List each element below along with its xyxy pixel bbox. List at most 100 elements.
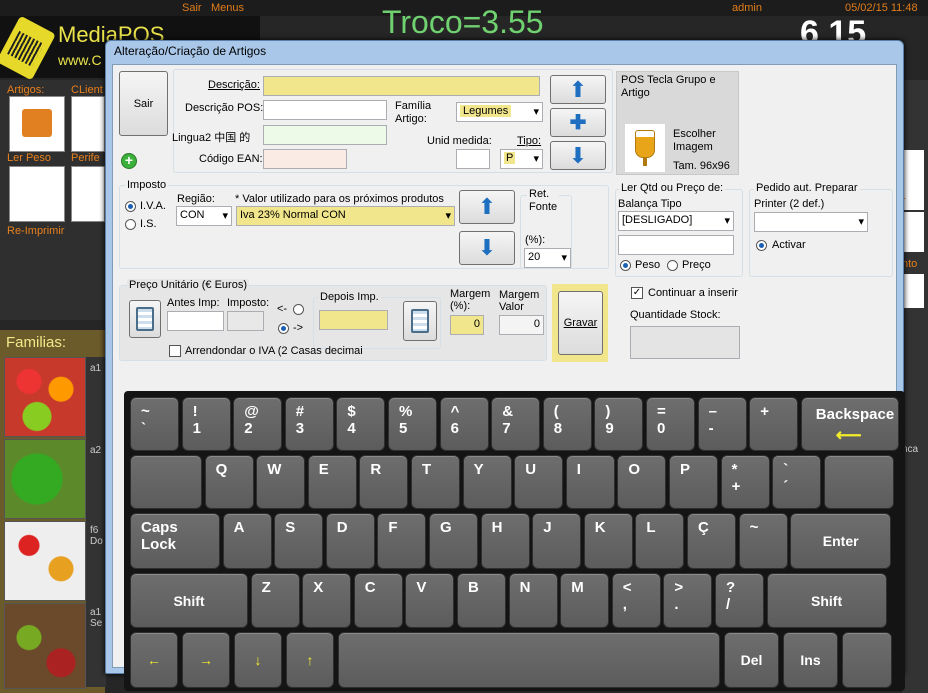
key-x[interactable]: + bbox=[749, 397, 799, 451]
key-ç[interactable]: Ç bbox=[687, 513, 736, 569]
key-s[interactable]: S bbox=[274, 513, 324, 569]
key-b[interactable]: B bbox=[457, 573, 506, 628]
ret-fonte-select[interactable]: 20 bbox=[524, 248, 571, 268]
shift-key[interactable]: Shift bbox=[130, 573, 248, 628]
margem-pct-input[interactable]: 0 bbox=[450, 315, 484, 335]
gravar-button[interactable]: Gravar bbox=[558, 291, 603, 355]
arrow-right-key[interactable]: → bbox=[182, 632, 230, 688]
key-xx[interactable]: – - bbox=[697, 397, 747, 451]
descricao-input[interactable] bbox=[263, 76, 540, 96]
key-x7[interactable]: & 7 bbox=[491, 397, 541, 451]
blank-key[interactable] bbox=[130, 455, 202, 509]
new-button[interactable]: ✚ bbox=[550, 108, 606, 137]
iva-rate-select[interactable]: Iva 23% Normal CON bbox=[236, 206, 455, 226]
family-tile-vegetables[interactable] bbox=[4, 439, 86, 519]
key-xx[interactable]: ` ´ bbox=[772, 455, 822, 509]
continuar-checkbox[interactable]: ✓ bbox=[631, 287, 643, 299]
key-l[interactable]: L bbox=[635, 513, 685, 569]
space-key[interactable] bbox=[338, 632, 720, 688]
artigos-button[interactable] bbox=[9, 96, 65, 152]
next-button[interactable]: ⬇ bbox=[550, 141, 606, 170]
key-xx[interactable]: > . bbox=[663, 573, 713, 628]
calculator-button[interactable] bbox=[129, 300, 161, 338]
list-item[interactable]: a2 bbox=[90, 445, 101, 456]
key-e[interactable]: E bbox=[307, 455, 357, 509]
arrow-down-key[interactable]: ↓ bbox=[234, 632, 282, 688]
arrow-left-key[interactable]: ← bbox=[130, 632, 178, 688]
family-tile-spices[interactable] bbox=[4, 521, 86, 601]
depois-imp-input[interactable] bbox=[319, 310, 388, 330]
key-w[interactable]: W bbox=[256, 455, 306, 509]
list-item[interactable]: a1 Se bbox=[90, 607, 102, 629]
key-p[interactable]: P bbox=[669, 455, 718, 509]
balanca-select[interactable]: [DESLIGADO] bbox=[618, 211, 734, 231]
imposto-down-button[interactable]: ⬇ bbox=[459, 231, 515, 265]
right-tile[interactable] bbox=[904, 212, 924, 252]
key-xx[interactable]: < , bbox=[611, 573, 661, 628]
caps-lock-key[interactable]: Caps Lock bbox=[130, 513, 220, 569]
peso-radio[interactable] bbox=[620, 260, 631, 271]
key-x[interactable]: X bbox=[302, 573, 352, 628]
antes-imp-input[interactable] bbox=[167, 311, 224, 331]
direction-right-radio[interactable] bbox=[278, 323, 289, 334]
familia-select[interactable]: Legumes bbox=[456, 102, 543, 122]
right-tile[interactable] bbox=[904, 274, 924, 308]
activar-radio[interactable] bbox=[756, 240, 767, 251]
key-g[interactable]: G bbox=[429, 513, 478, 569]
arrow-up-key[interactable]: ↑ bbox=[286, 632, 334, 688]
key-q[interactable]: Q bbox=[204, 455, 254, 509]
key-u[interactable]: U bbox=[514, 455, 564, 509]
key-xx[interactable]: * + bbox=[720, 455, 770, 509]
iva-radio[interactable] bbox=[125, 201, 136, 212]
key-j[interactable]: J bbox=[532, 513, 582, 569]
right-tile[interactable] bbox=[904, 150, 924, 210]
family-tile-grains[interactable] bbox=[4, 603, 86, 689]
family-tile-fruit[interactable] bbox=[4, 357, 86, 437]
backspace-key[interactable]: ⟵ Backspace bbox=[800, 397, 899, 451]
arredondar-checkbox[interactable] bbox=[169, 345, 181, 357]
sair-button[interactable]: Sair bbox=[119, 71, 168, 136]
is-radio[interactable] bbox=[125, 219, 136, 230]
insert-key[interactable]: Ins bbox=[783, 632, 838, 688]
key-x4[interactable]: $ 4 bbox=[336, 397, 386, 451]
balanca-input[interactable] bbox=[618, 235, 734, 255]
key-x2[interactable]: @ 2 bbox=[233, 397, 283, 451]
key-x9[interactable]: ) 9 bbox=[594, 397, 644, 451]
key-x6[interactable]: ^ 6 bbox=[439, 397, 489, 451]
key-a[interactable]: A bbox=[222, 513, 272, 569]
key-k[interactable]: K bbox=[583, 513, 633, 569]
key-n[interactable]: N bbox=[508, 573, 558, 628]
key-x1[interactable]: ! 1 bbox=[181, 397, 231, 451]
clientes-button[interactable] bbox=[71, 96, 105, 152]
list-item[interactable]: f6 Do bbox=[90, 525, 103, 547]
key-xx[interactable]: ? / bbox=[715, 573, 764, 628]
blank-key[interactable] bbox=[842, 632, 892, 688]
key-i[interactable]: I bbox=[565, 455, 615, 509]
key-x8[interactable]: ( 8 bbox=[542, 397, 592, 451]
add-icon[interactable]: + bbox=[121, 153, 137, 169]
perifericos-button[interactable] bbox=[71, 166, 105, 222]
key-d[interactable]: D bbox=[325, 513, 375, 569]
shift-key[interactable]: Shift bbox=[766, 573, 887, 628]
menus-menu[interactable]: Menus bbox=[211, 2, 244, 14]
key-x0[interactable]: = 0 bbox=[646, 397, 695, 451]
regiao-select[interactable]: CON bbox=[176, 206, 232, 226]
key-y[interactable]: Y bbox=[462, 455, 512, 509]
tipo-select[interactable]: P bbox=[500, 149, 543, 169]
key-o[interactable]: O bbox=[617, 455, 667, 509]
calculator-button[interactable] bbox=[403, 301, 437, 341]
ler-peso-button[interactable] bbox=[9, 166, 65, 222]
direction-left-radio[interactable] bbox=[293, 304, 304, 315]
preco-radio[interactable] bbox=[667, 260, 678, 271]
printer-select[interactable] bbox=[754, 212, 868, 232]
imposto-up-button[interactable]: ⬆ bbox=[459, 190, 515, 224]
key-h[interactable]: H bbox=[480, 513, 530, 569]
key-m[interactable]: M bbox=[560, 573, 610, 628]
lingua2-input[interactable] bbox=[263, 125, 387, 145]
key-c[interactable]: C bbox=[353, 573, 403, 628]
descricao-pos-input[interactable] bbox=[263, 100, 387, 120]
margem-valor-input[interactable]: 0 bbox=[499, 315, 544, 335]
key-x5[interactable]: % 5 bbox=[388, 397, 437, 451]
key-x[interactable]: ~ bbox=[738, 513, 788, 569]
pos-tecla-panel[interactable]: POS Tecla Grupo e Artigo Escolher Imagem… bbox=[616, 71, 739, 175]
